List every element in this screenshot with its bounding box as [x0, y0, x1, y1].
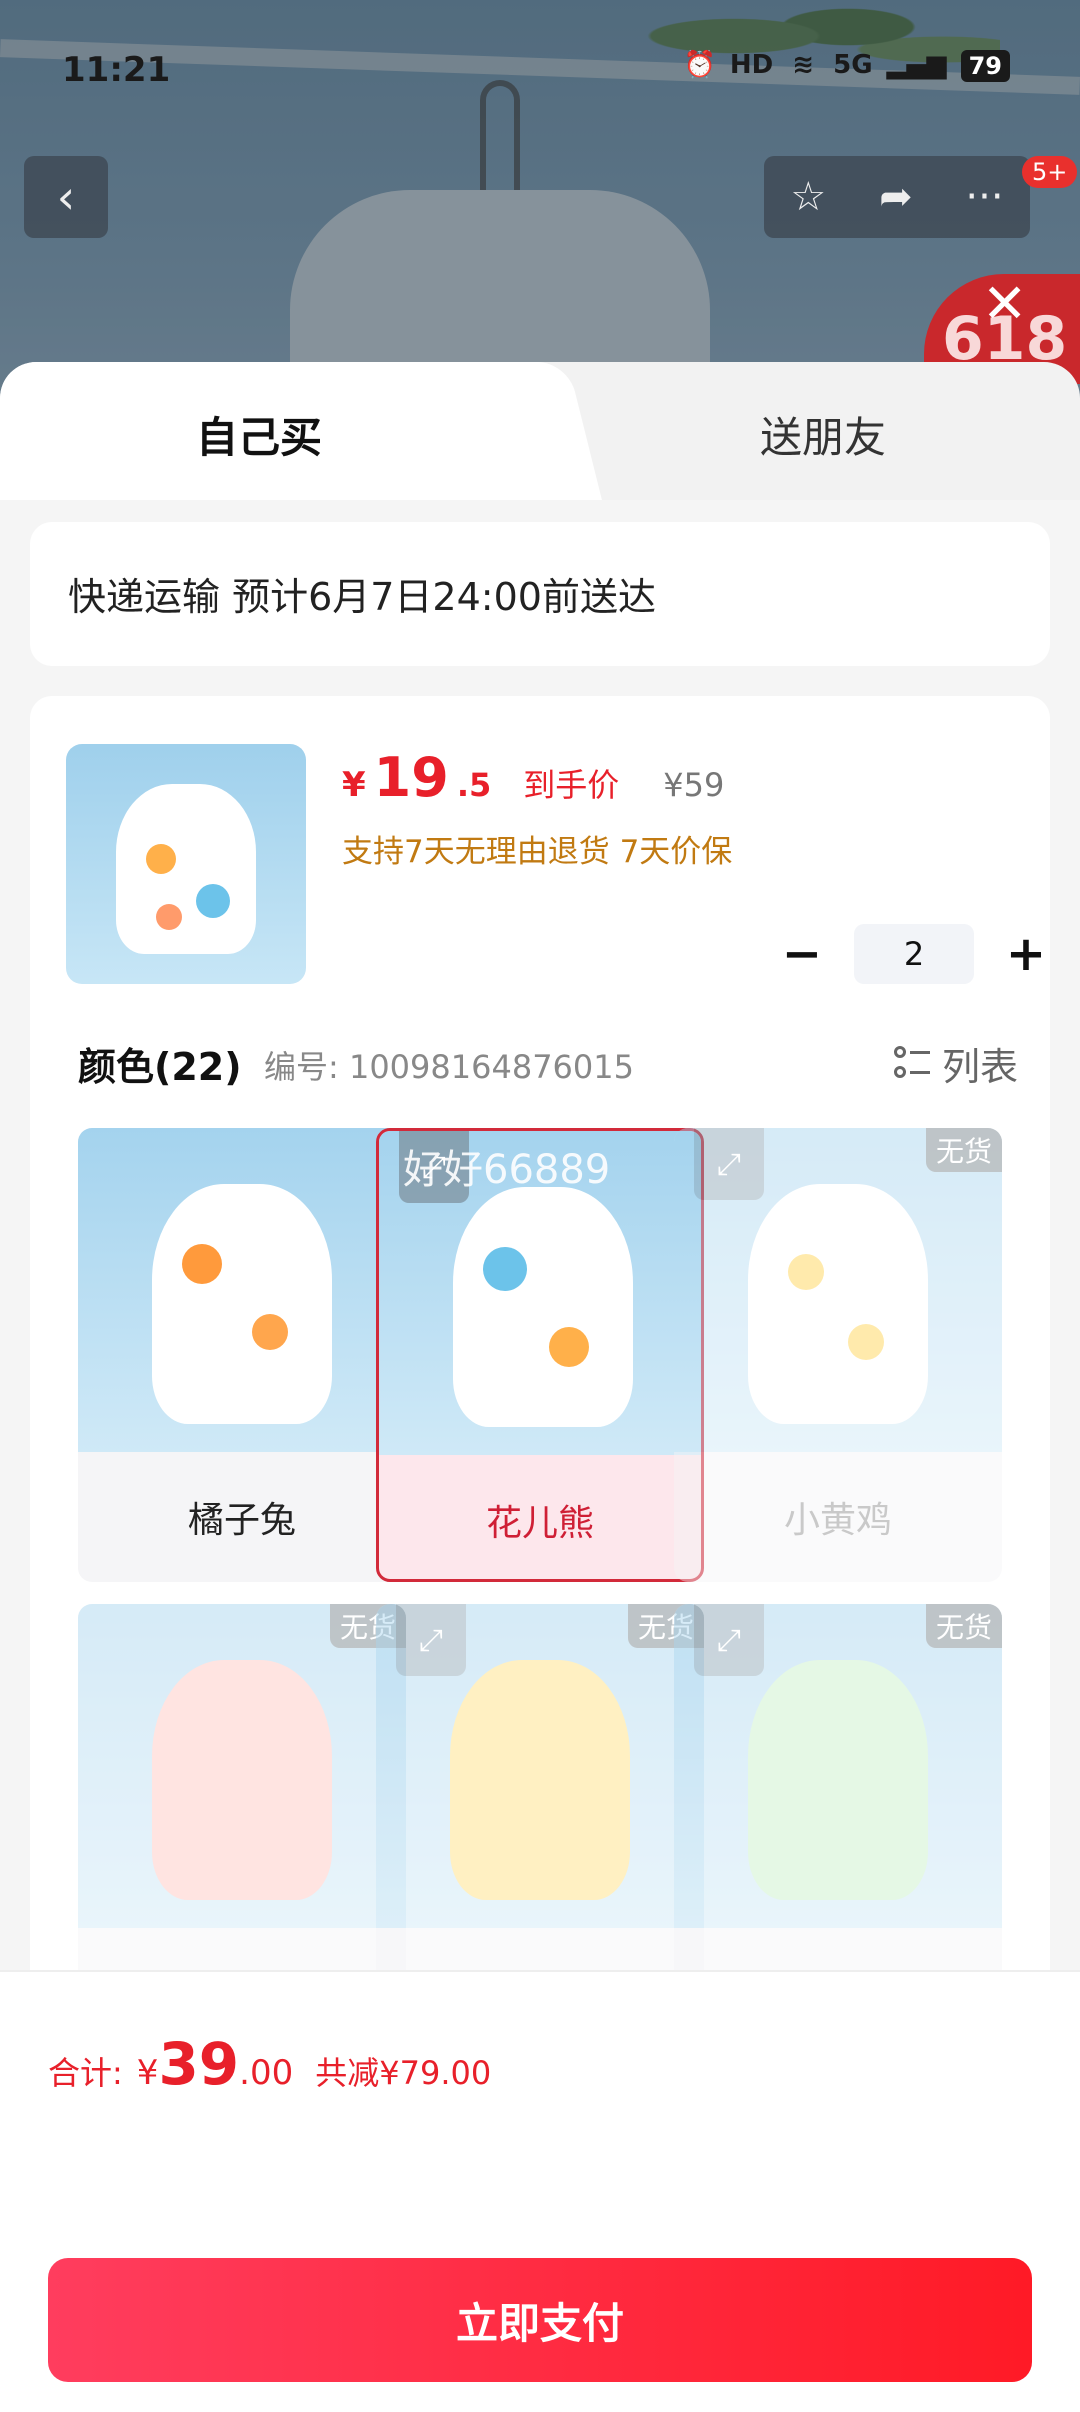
purchase-tabs: 自己买 送朋友 [0, 362, 1080, 502]
original-price: ¥59 [663, 766, 725, 804]
quantity-stepper: − 2 + [772, 924, 1056, 984]
out-of-stock-badge: 无货 [925, 1128, 1002, 1172]
list-icon-dot [893, 1045, 906, 1058]
price-decimal: .5 [456, 766, 492, 804]
total-decimal: .00 [239, 2053, 294, 2093]
color-option[interactable]: ⤢ 无货 小黄鸡 [674, 1128, 1002, 1582]
garment-thumbnail [152, 1660, 332, 1900]
color-grid: 橘子兔 ⤢ 好好66889 花儿熊 ⤢ 无货 小黄鸡 无货 ⤢ 无货 ⤢ 无货 [78, 1128, 1002, 2058]
garment-thumbnail [748, 1660, 928, 1900]
list-view-label: 列表 [941, 1045, 1018, 1089]
print-dot [252, 1314, 288, 1350]
print-dot [788, 1254, 824, 1290]
garment-thumbnail [152, 1184, 332, 1424]
print-dot [549, 1327, 589, 1367]
final-price-label: 到手价 [523, 766, 620, 804]
print-dot [196, 884, 230, 918]
tab-buy-self[interactable]: 自己买 [0, 362, 545, 502]
list-icon-dot [893, 1065, 906, 1078]
chevron-left-icon: ‹ [56, 170, 76, 224]
share-icon[interactable]: ➦ [879, 174, 913, 220]
notification-badge: 5+ [1022, 156, 1078, 188]
print-dot [156, 904, 182, 930]
decrease-button[interactable]: − [772, 924, 832, 984]
wifi-icon: ≋ [792, 50, 815, 80]
print-dot [146, 844, 176, 874]
price-integer: 19 [373, 746, 449, 809]
expand-icon[interactable]: ⤢ [396, 1604, 466, 1676]
garment-thumbnail [450, 1660, 630, 1900]
top-actions: ☆ ➦ ··· [764, 156, 1030, 238]
total-currency: ¥ [136, 2053, 159, 2093]
color-option-selected[interactable]: ⤢ 好好66889 花儿熊 [376, 1128, 704, 1582]
color-option-label: 小黄鸡 [783, 1500, 892, 1541]
signal-icon-2: ▂▄▆ [886, 50, 947, 80]
color-option-label: 橘子兔 [187, 1500, 296, 1541]
product-card: ¥ 19 .5 到手价 ¥59 支持7天无理由退货 7天价保 − 2 + 颜色(… [30, 696, 1050, 2116]
color-option-label: 花儿熊 [485, 1503, 594, 1544]
garment-thumbnail [453, 1187, 633, 1427]
signal-icon: 5G [833, 50, 873, 80]
guarantee-text: 支持7天无理由退货 7天价保 [342, 834, 733, 870]
color-option-image [78, 1128, 406, 1452]
total-label: 合计: [48, 2054, 123, 2092]
alarm-icon: ⏰ [683, 50, 716, 80]
print-dot [182, 1244, 222, 1284]
list-view-toggle[interactable]: 列表 [893, 1036, 1018, 1091]
color-option[interactable]: 橘子兔 [78, 1128, 406, 1582]
tab-send-friend[interactable]: 送朋友 [760, 404, 886, 465]
watermark-text: 好好66889 [403, 1147, 611, 1193]
product-thumbnail[interactable] [66, 744, 306, 984]
quantity-field[interactable]: 2 [854, 924, 974, 984]
checkout-footer: 合计: ¥ 39 .00 共减¥79.00 立即支付 [0, 1970, 1080, 2412]
tab-buy-self-label: 自己买 [196, 413, 323, 462]
out-of-stock-badge: 无货 [925, 1604, 1002, 1648]
more-icon[interactable]: ··· [965, 174, 1003, 220]
status-time: 11:21 [62, 50, 171, 90]
list-icon-line [909, 1050, 930, 1054]
hd-icon: HD [729, 50, 774, 80]
print-dot [848, 1324, 884, 1360]
close-icon[interactable]: ✕ [982, 272, 1027, 335]
price-row: ¥ 19 .5 到手价 ¥59 [342, 746, 724, 809]
increase-button[interactable]: + [996, 924, 1056, 984]
total-price: 合计: ¥ 39 .00 共减¥79.00 [48, 2030, 491, 2098]
garment-thumbnail [116, 784, 256, 954]
shipping-info[interactable]: 快递运输 预计6月7日24:00前送达 [30, 522, 1050, 666]
color-header: 颜色(22) 编号: 10098164876015 列表 [78, 1036, 1018, 1096]
status-icons: ⏰ HD ≋ 5G ▂▄▆ 79 [683, 50, 1010, 82]
total-integer: 39 [158, 2030, 240, 2098]
expand-icon[interactable]: ⤢ [694, 1604, 764, 1676]
battery-icon: 79 [960, 50, 1010, 82]
color-title: 颜色(22) [78, 1045, 242, 1089]
pay-now-button[interactable]: 立即支付 [48, 2258, 1032, 2382]
list-icon [893, 1045, 930, 1082]
back-button[interactable]: ‹ [24, 156, 108, 238]
price-currency: ¥ [342, 765, 366, 805]
color-option-image [78, 1604, 406, 1928]
sku-number: 编号: 10098164876015 [264, 1048, 634, 1086]
status-bar: 11:21 ⏰ HD ≋ 5G ▂▄▆ 79 [0, 40, 1080, 100]
list-icon-line [909, 1070, 930, 1074]
garment-thumbnail [748, 1184, 928, 1424]
print-dot [483, 1247, 527, 1291]
total-saving: 共减¥79.00 [315, 2054, 492, 2092]
star-icon[interactable]: ☆ [790, 174, 826, 220]
expand-icon[interactable]: ⤢ [694, 1128, 764, 1200]
